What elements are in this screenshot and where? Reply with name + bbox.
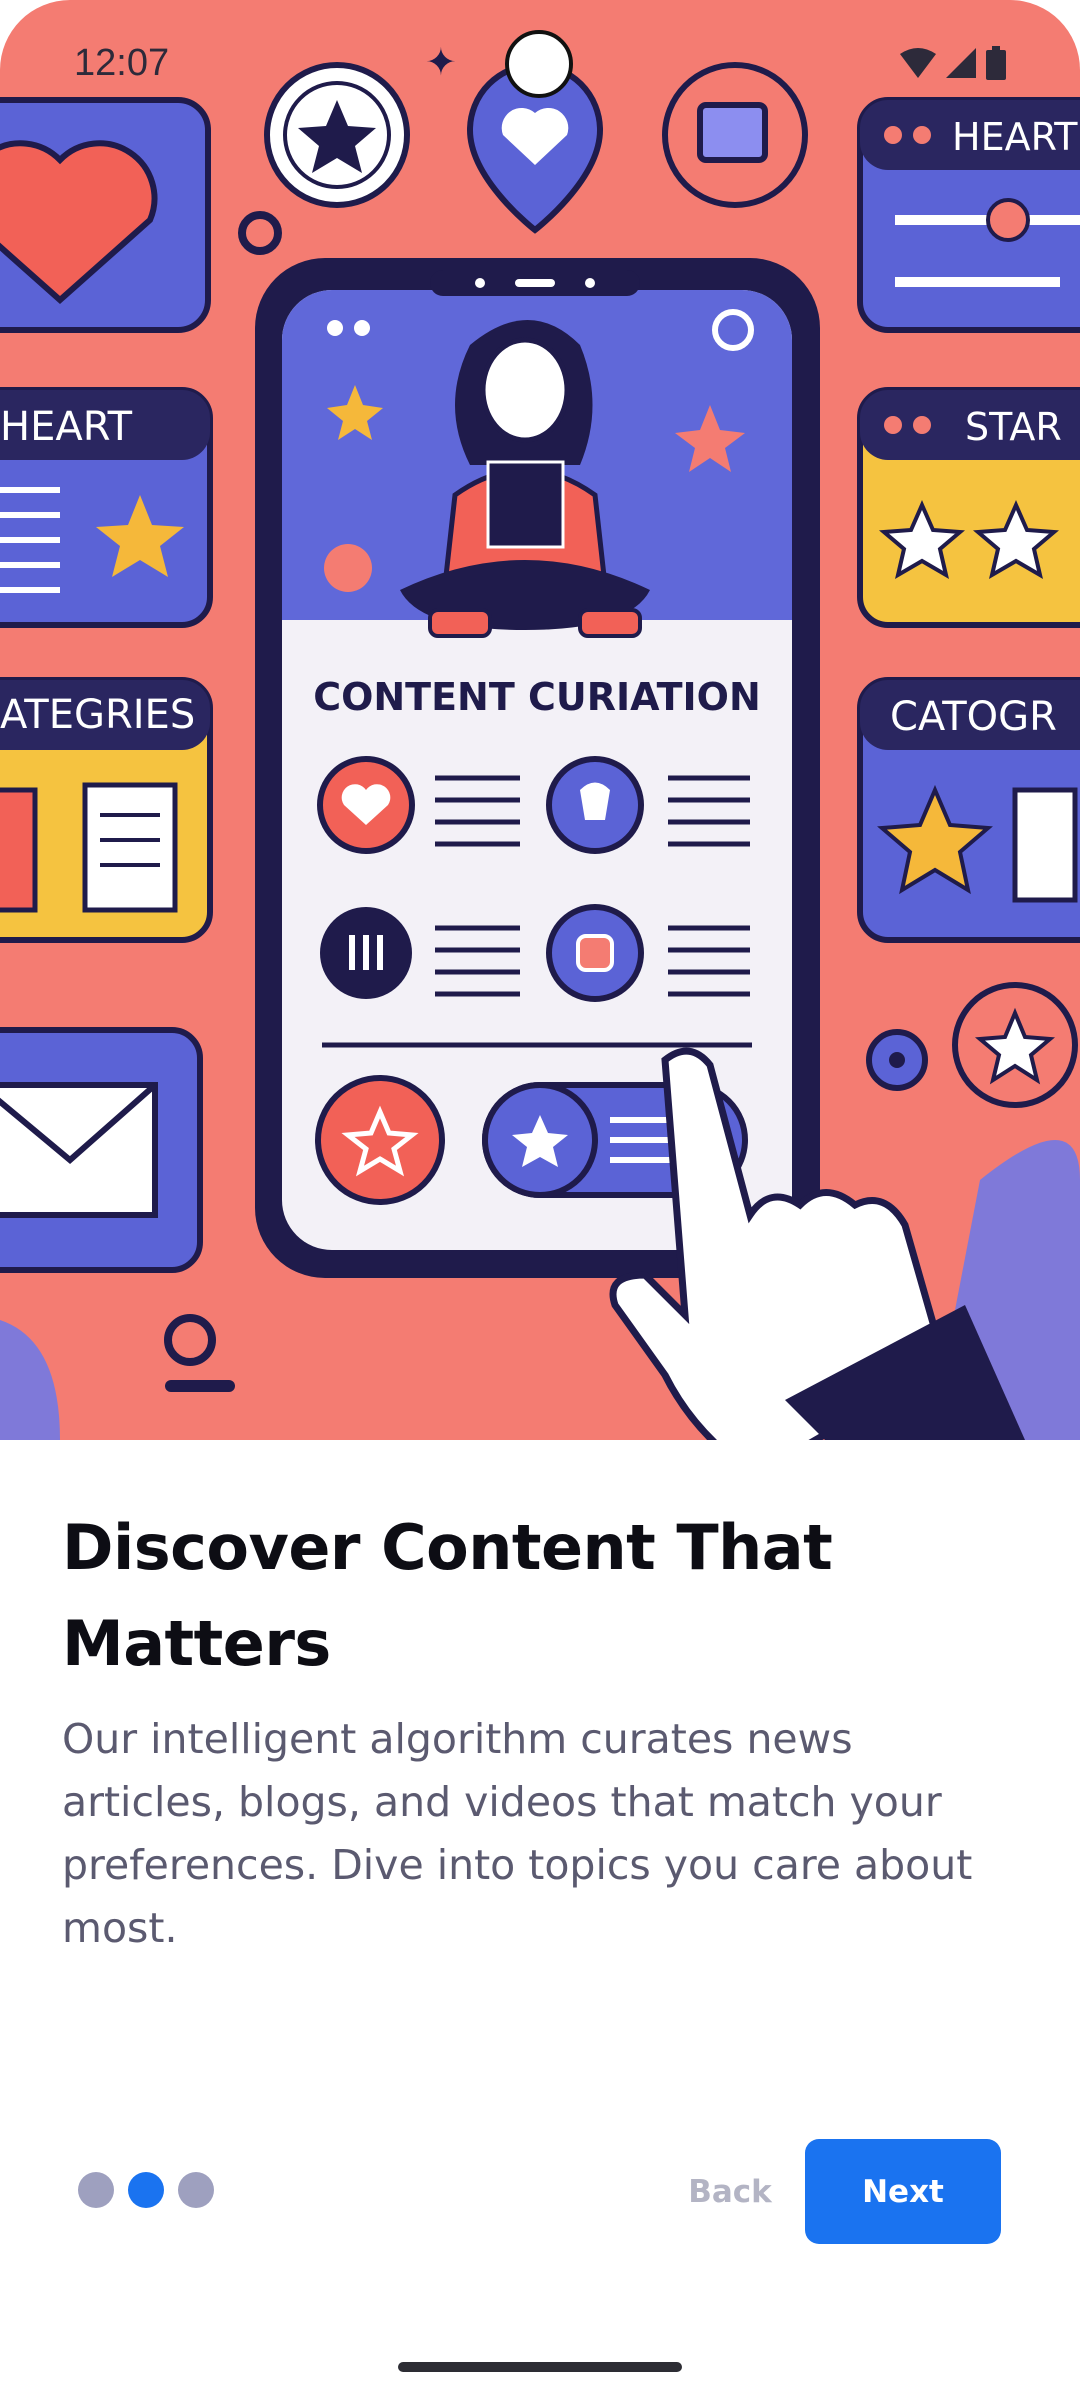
back-button[interactable]: Back (660, 2160, 800, 2224)
phone-illustration: CONTENT CURIATION (255, 258, 820, 1278)
categories-left-card: ATEGRIES (0, 677, 213, 943)
onboarding-title: Discover Content That Matters (62, 1511, 833, 1680)
categories-right-card: CATOGR (857, 677, 1080, 943)
next-button[interactable]: Next (805, 2139, 1001, 2244)
battery-icon (986, 46, 1006, 80)
onboarding-description: Our intelligent algorithm curates news a… (62, 1715, 973, 1952)
home-indicator[interactable] (398, 2362, 682, 2372)
svg-text:HEART: HEART (0, 404, 133, 450)
svg-text:STAR: STAR (965, 405, 1062, 449)
page-dot-2-active (128, 2172, 164, 2208)
status-icons (900, 46, 1006, 80)
status-bar: 12:07 (0, 0, 1080, 130)
page-dot-1 (78, 2172, 114, 2208)
onboarding-screen: ✦ HEART ATEGRIES HEART STAR CATOGR CONTE… (0, 0, 1080, 2400)
svg-text:CATOGR: CATOGR (890, 694, 1057, 740)
star-circle-icon (952, 982, 1078, 1108)
heart-list-card: HEART (0, 387, 213, 628)
svg-text:CONTENT CURIATION: CONTENT CURIATION (313, 675, 761, 719)
svg-text:ATEGRIES: ATEGRIES (0, 692, 195, 738)
star-rating-card: STAR (857, 387, 1080, 628)
page-dot-3 (178, 2172, 214, 2208)
envelope-card (0, 1027, 203, 1273)
status-time: 12:07 (74, 42, 170, 84)
page-indicator (78, 2172, 214, 2208)
signal-icon (946, 48, 976, 78)
heart-mail-card (0, 97, 211, 333)
hero-illustration: ✦ HEART ATEGRIES HEART STAR CATOGR CONTE… (0, 0, 1080, 1440)
heart-slider-card: HEART (857, 97, 1080, 333)
camera-cutout (505, 30, 573, 98)
wifi-icon (900, 48, 936, 78)
